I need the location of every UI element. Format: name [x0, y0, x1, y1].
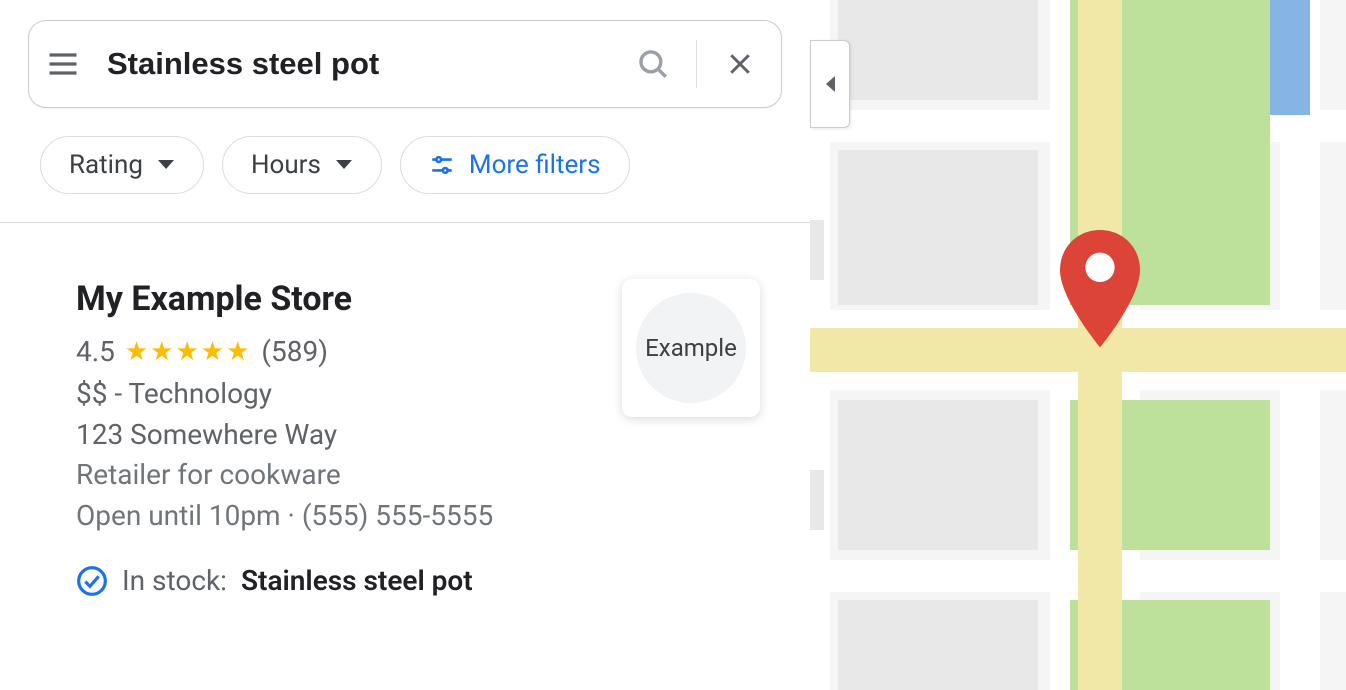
- search-panel: Rating Hours More filters My Example Sto…: [0, 0, 810, 690]
- stock-product: Stainless steel pot: [241, 564, 473, 597]
- filter-rating-label: Rating: [69, 150, 143, 180]
- hamburger-icon: [45, 46, 81, 82]
- star-icons: ★★★★★: [125, 337, 252, 367]
- collapse-panel-button[interactable]: [810, 40, 850, 128]
- result-title: My Example Store: [76, 279, 602, 319]
- result-thumbnail[interactable]: Example: [622, 279, 760, 417]
- divider: [696, 40, 697, 88]
- filter-hours-label: Hours: [251, 150, 321, 180]
- search-input[interactable]: [87, 46, 632, 82]
- price-category: $$ - Technology: [76, 374, 602, 415]
- filter-more-label: More filters: [469, 150, 601, 180]
- caret-down-icon: [335, 159, 353, 171]
- review-count: (589): [261, 335, 328, 368]
- caret-left-icon: [823, 74, 837, 94]
- search-bar: [28, 20, 782, 108]
- map-pin-icon[interactable]: [1057, 230, 1143, 350]
- result-card[interactable]: My Example Store 4.5 ★★★★★ (589) $$ - Te…: [0, 223, 810, 597]
- close-icon: [725, 49, 755, 79]
- hours-phone: Open until 10pm · (555) 555-5555: [76, 496, 602, 537]
- caret-down-icon: [157, 159, 175, 171]
- clear-button[interactable]: [719, 43, 761, 85]
- stock-label: In stock:: [122, 564, 227, 597]
- filter-hours[interactable]: Hours: [222, 136, 382, 194]
- rating-row: 4.5 ★★★★★ (589): [76, 335, 602, 368]
- map-canvas[interactable]: [810, 0, 1346, 690]
- search-button[interactable]: [632, 43, 674, 85]
- rating-value: 4.5: [76, 335, 115, 368]
- filters-row: Rating Hours More filters: [0, 108, 810, 194]
- stock-row: In stock: Stainless steel pot: [76, 564, 602, 597]
- filter-rating[interactable]: Rating: [40, 136, 204, 194]
- filter-more[interactable]: More filters: [400, 136, 630, 194]
- address: 123 Somewhere Way: [76, 415, 602, 456]
- description: Retailer for cookware: [76, 455, 602, 496]
- menu-button[interactable]: [39, 40, 87, 88]
- search-icon: [636, 47, 670, 81]
- sliders-icon: [429, 152, 455, 178]
- checkmark-circle-icon: [76, 565, 108, 597]
- thumbnail-label: Example: [636, 293, 746, 403]
